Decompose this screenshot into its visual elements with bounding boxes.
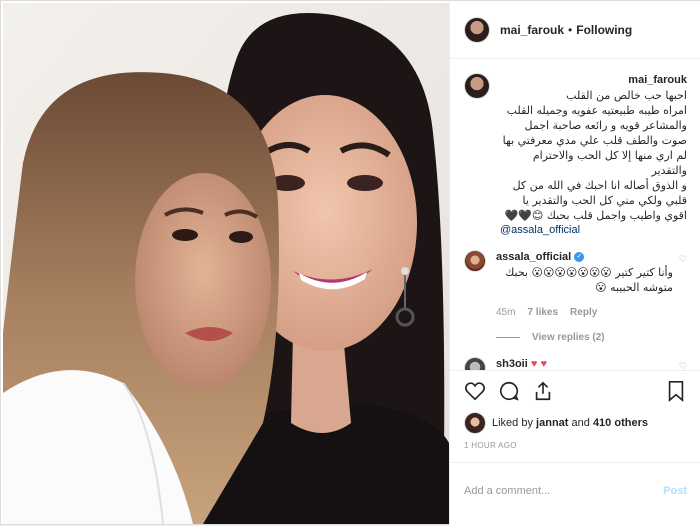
view-replies-label: View replies (2) [532,332,605,343]
caption-author-avatar[interactable] [464,73,490,99]
post-comment-button[interactable]: Post [663,485,687,497]
comment-input[interactable] [464,484,664,497]
verified-badge-icon: ✓ [574,252,585,263]
reply-button[interactable]: Reply [570,305,597,320]
view-replies-button[interactable]: View replies (2) [496,330,673,345]
comment-item: sh3oii ♥ ♥ ♡ [464,357,687,370]
likes-summary: Liked by jannat and 410 others [450,411,700,435]
author-avatar[interactable] [464,16,490,43]
commenter-avatar[interactable] [464,250,486,272]
add-comment-bar: Post [450,463,700,518]
comment-author[interactable]: assala_official [496,251,571,263]
post-header: mai_farouk • Following [450,1,700,59]
like-heart-icon[interactable] [464,380,486,402]
comment-text: وأنا كتير كتير 😮😮😮😮😮😮😮 بحبك متوشه الحبيب… [505,266,673,294]
following-button[interactable]: Following [576,23,632,37]
likes-text[interactable]: Liked by jannat and 410 others [492,417,648,429]
post-photo [3,3,449,524]
instagram-post-frame: mai_farouk • Following mai_farouk احبها … [0,0,700,526]
liker-avatar[interactable] [464,412,486,434]
likes-others: 410 others [592,417,648,429]
comment-author[interactable]: sh3oii [496,358,528,370]
caption-text: احبها حب خالص من القلب امراه طيبه طبيعتي… [502,89,687,222]
post-side-panel: mai_farouk • Following mai_farouk احبها … [449,1,700,526]
post-actions [450,371,700,411]
comment-likes[interactable]: 7 likes [527,305,558,320]
commenter-avatar[interactable] [464,357,486,370]
caption: mai_farouk احبها حب خالص من القلب امراه … [464,73,687,238]
comment-like-heart-icon[interactable]: ♡ [679,254,687,265]
comment-text: ♥ ♥ [530,358,547,370]
header-separator: • [568,22,573,37]
comment-bubble-icon[interactable] [498,380,520,402]
share-icon[interactable] [532,380,554,402]
replies-divider [496,337,520,338]
author-username[interactable]: mai_farouk [500,23,564,37]
comment-meta: 45m 7 likes Reply [496,305,673,320]
caption-author[interactable]: mai_farouk [500,73,687,88]
comment-time: 45m [496,307,516,318]
bookmark-icon[interactable] [665,380,687,402]
comments-section[interactable]: mai_farouk احبها حب خالص من القلب امراه … [450,59,700,371]
comment-like-heart-icon[interactable]: ♡ [679,361,687,370]
caption-mention[interactable]: @assala_official [500,223,687,238]
comment-item: assala_official ✓ وأنا كتير كتير 😮😮😮😮😮😮😮… [464,250,687,345]
post-timestamp: 1 HOUR AGO [450,435,700,463]
liker-username: jannat [536,417,569,429]
